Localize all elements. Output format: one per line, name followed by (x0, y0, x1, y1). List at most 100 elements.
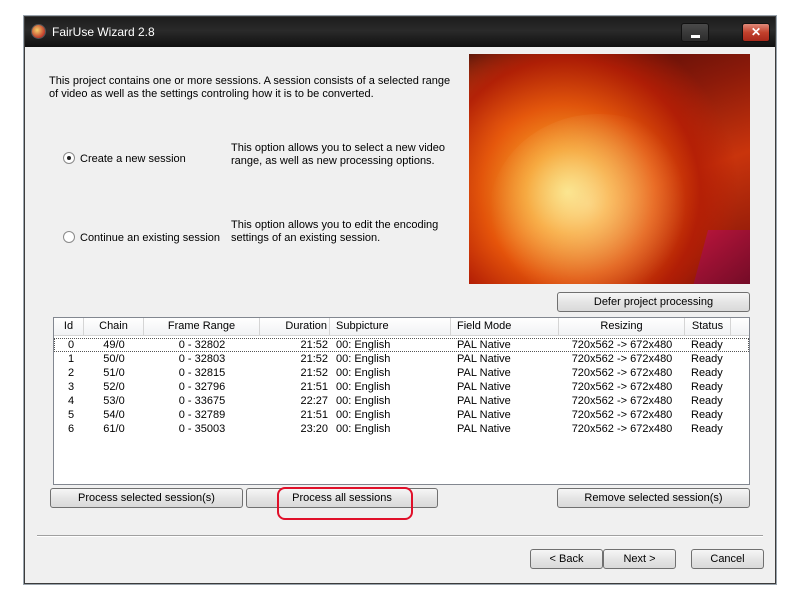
cell-frame-range: 0 - 32802 (178, 339, 226, 351)
create-session-description: This option allows you to select a new v… (231, 142, 446, 167)
cell-field-mode: PAL Native (457, 353, 511, 365)
minimize-icon (691, 35, 700, 38)
cell-field-mode: PAL Native (457, 409, 511, 421)
cell-subpicture: 00: English (336, 381, 391, 393)
continue-session-radio[interactable] (63, 231, 75, 243)
cell-resizing: 720x562 -> 672x480 (571, 353, 673, 365)
cell-frame-range: 0 - 32815 (178, 367, 226, 379)
cell-status: Ready (691, 353, 723, 365)
table-row[interactable]: 4 53/0 0 - 33675 22:27 00: English PAL Native… (54, 394, 749, 408)
sessions-list-body: 0 49/0 0 - 32802 21:52 00: English PAL Native… (54, 338, 749, 436)
cell-resizing: 720x562 -> 672x480 (571, 423, 673, 435)
cell-status: Ready (691, 395, 723, 407)
cell-subpicture: 00: English (336, 423, 391, 435)
next-button[interactable]: Next > (603, 549, 676, 569)
close-button[interactable]: ✕ (742, 23, 770, 42)
cell-frame-range: 0 - 32796 (178, 381, 226, 393)
cell-field-mode: PAL Native (457, 339, 511, 351)
cell-field-mode: PAL Native (457, 367, 511, 379)
cell-frame-range: 0 - 35003 (178, 423, 226, 435)
cell-subpicture: 00: English (336, 409, 391, 421)
cell-frame-range: 0 - 33675 (178, 395, 226, 407)
window-title: FairUse Wizard 2.8 (52, 25, 155, 39)
cell-chain: 49/0 (103, 339, 125, 351)
sessions-list[interactable]: Id Chain Frame Range Duration Subpicture… (53, 317, 750, 485)
cell-id: 5 (67, 409, 75, 421)
cell-resizing: 720x562 -> 672x480 (571, 367, 673, 379)
back-button[interactable]: < Back (530, 549, 603, 569)
cell-chain: 52/0 (103, 381, 125, 393)
cell-chain: 61/0 (103, 423, 125, 435)
cell-id: 3 (67, 381, 75, 393)
table-row[interactable]: 5 54/0 0 - 32789 21:51 00: English PAL Native… (54, 408, 749, 422)
footer-divider (37, 535, 763, 537)
option-continue-session[interactable]: Continue an existing session (63, 231, 220, 244)
create-session-radio[interactable] (63, 152, 75, 164)
cell-duration: 21:51 (300, 409, 328, 421)
cell-resizing: 720x562 -> 672x480 (571, 409, 673, 421)
cell-chain: 54/0 (103, 409, 125, 421)
title-bar[interactable]: FairUse Wizard 2.8 ✕ (25, 17, 775, 47)
sessions-list-header: Id Chain Frame Range Duration Subpicture… (54, 318, 749, 336)
minimize-button[interactable] (681, 23, 709, 42)
wizard-window: FairUse Wizard 2.8 ✕ This project contai… (24, 16, 776, 584)
cell-duration: 23:20 (300, 423, 328, 435)
intro-text: This project contains one or more sessio… (49, 75, 451, 100)
cell-field-mode: PAL Native (457, 423, 511, 435)
cell-chain: 50/0 (103, 353, 125, 365)
column-header[interactable]: Id (54, 318, 84, 336)
column-header[interactable]: Subpicture (330, 318, 451, 336)
cell-subpicture: 00: English (336, 339, 391, 351)
close-icon: ✕ (750, 25, 762, 39)
cell-resizing: 720x562 -> 672x480 (571, 381, 673, 393)
cell-subpicture: 00: English (336, 367, 391, 379)
app-icon (31, 24, 46, 39)
sun-image (469, 54, 750, 284)
continue-session-label: Continue an existing session (80, 232, 221, 244)
column-header[interactable]: Status (685, 318, 731, 336)
cell-subpicture: 00: English (336, 353, 391, 365)
cell-field-mode: PAL Native (457, 395, 511, 407)
table-row[interactable]: 3 52/0 0 - 32796 21:51 00: English PAL Native… (54, 380, 749, 394)
column-header[interactable]: Frame Range (144, 318, 260, 336)
table-row[interactable]: 1 50/0 0 - 32803 21:52 00: English PAL Native… (54, 352, 749, 366)
cell-resizing: 720x562 -> 672x480 (571, 395, 673, 407)
cell-status: Ready (691, 423, 723, 435)
column-header[interactable]: Resizing (559, 318, 685, 336)
cell-status: Ready (691, 409, 723, 421)
column-header[interactable]: Field Mode (451, 318, 559, 336)
column-header[interactable]: Chain (84, 318, 144, 336)
cell-status: Ready (691, 367, 723, 379)
cell-id: 2 (67, 367, 75, 379)
process-selected-button[interactable]: Process selected session(s) (50, 488, 243, 508)
create-session-label: Create a new session (80, 153, 186, 165)
cell-resizing: 720x562 -> 672x480 (571, 339, 673, 351)
column-header[interactable]: Duration (260, 318, 330, 336)
table-row[interactable]: 0 49/0 0 - 32802 21:52 00: English PAL Native… (54, 338, 749, 352)
cell-duration: 21:51 (300, 381, 328, 393)
cell-id: 6 (67, 423, 75, 435)
option-create-session[interactable]: Create a new session (63, 152, 186, 165)
cell-id: 0 (67, 339, 75, 351)
cell-chain: 53/0 (103, 395, 125, 407)
table-row[interactable]: 2 51/0 0 - 32815 21:52 00: English PAL Native… (54, 366, 749, 380)
defer-processing-button[interactable]: Defer project processing (557, 292, 750, 312)
cell-frame-range: 0 - 32803 (178, 353, 226, 365)
cell-field-mode: PAL Native (457, 381, 511, 393)
cell-id: 4 (67, 395, 75, 407)
cell-duration: 22:27 (300, 395, 328, 407)
highlight-annotation (277, 487, 413, 520)
cell-frame-range: 0 - 32789 (178, 409, 226, 421)
cell-status: Ready (691, 381, 723, 393)
cell-subpicture: 00: English (336, 395, 391, 407)
remove-selected-button[interactable]: Remove selected session(s) (557, 488, 750, 508)
continue-session-description: This option allows you to edit the encod… (231, 219, 439, 244)
cell-duration: 21:52 (300, 339, 328, 351)
cell-chain: 51/0 (103, 367, 125, 379)
cell-duration: 21:52 (300, 367, 328, 379)
cancel-button[interactable]: Cancel (691, 549, 764, 569)
cell-status: Ready (691, 339, 723, 351)
cell-id: 1 (67, 353, 75, 365)
table-row[interactable]: 6 61/0 0 - 35003 23:20 00: English PAL Native… (54, 422, 749, 436)
cell-duration: 21:52 (300, 353, 328, 365)
